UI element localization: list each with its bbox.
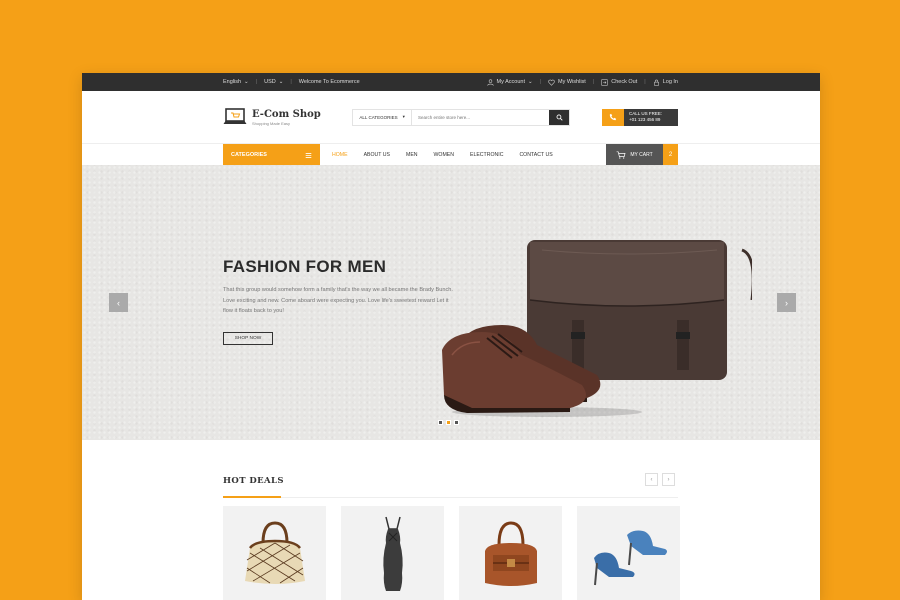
logo-name: E-Com Shop [252,108,321,120]
call-us-box: CALL US FREE: +01 123 456 89 [602,108,678,126]
nav-item-electronic[interactable]: ELECTRONIC [462,152,511,158]
divider: | [539,79,542,85]
cart-count-badge: 2 [663,144,678,166]
shoes-and-bag-image [442,240,752,417]
deals-nav: ‹ › [645,473,675,486]
call-number: +01 123 456 89 [629,117,661,122]
my-account-link[interactable]: My Account ⌄ [486,78,533,86]
chevron-right-icon: › [785,297,788,308]
product-list [223,506,680,600]
menu-icon [305,152,312,158]
dress-icon [382,516,403,591]
menu: HOME ABOUT US MEN WOMEN ELECTRONIC CONTA… [324,152,606,158]
search-button[interactable] [549,109,570,125]
shop-now-button[interactable]: SHOP NOW [223,332,273,345]
language-select[interactable]: English ⌄ [223,79,249,85]
slider-next-button[interactable]: › [777,293,796,312]
categories-label: CATEGORIES [231,152,267,158]
currency-label: USD [264,79,276,85]
nav-item-men[interactable]: MEN [398,152,426,158]
product-card[interactable] [341,506,444,600]
laptop-cart-icon [223,108,247,124]
leather-bag-icon [484,521,537,586]
welcome-text: Welcome To Ecommerce [298,79,360,85]
logo[interactable]: E-Com Shop Shopping Made Easy [223,107,321,127]
divider: | [290,79,292,85]
handbag-icon [244,521,305,584]
search-category-label: ALL CATEGORIES [359,114,398,120]
login-link[interactable]: Log In [653,79,678,86]
cart-button[interactable]: MY CART 2 [606,144,678,166]
nav-wrapper: CATEGORIES HOME ABOUT US MEN WOMEN ELECT… [82,143,820,166]
heels-icon [593,530,667,586]
browser-frame: English ⌄ | USD ⌄ | Welcome To Ecommerce… [82,73,820,600]
slider-dot-2[interactable] [446,420,451,425]
search-input[interactable] [411,109,550,125]
hot-deals-section: HOT DEALS ‹ › [82,440,820,600]
phone-icon [609,113,617,121]
deals-prev-button[interactable]: ‹ [645,473,658,486]
chevron-down-icon: ⌄ [244,79,249,85]
heart-icon [548,79,555,86]
login-label: Log In [662,79,678,85]
nav-item-women[interactable]: WOMEN [426,152,462,158]
my-account-label: My Account [496,79,525,85]
phone-icon-box [602,108,624,126]
cart-label: MY CART [630,152,653,158]
product-card[interactable] [577,506,680,600]
nav-item-contact-us[interactable]: CONTACT US [511,152,560,158]
product-card[interactable] [223,506,326,600]
caret-down-icon: ▾ [402,114,405,119]
user-icon [486,78,494,86]
wishlist-link[interactable]: My Wishlist [548,79,586,86]
logo-tagline: Shopping Made Easy [252,120,291,126]
chevron-down-icon: ⌄ [278,79,284,85]
search-category-select[interactable]: ALL CATEGORIES ▾ [353,109,412,125]
title-underline [223,496,281,498]
hot-deals-title: HOT DEALS [223,476,284,486]
checkout-link[interactable]: Check Out [601,78,638,86]
nav-item-home[interactable]: HOME [324,152,356,158]
main-nav: CATEGORIES HOME ABOUT US MEN WOMEN ELECT… [82,144,820,166]
search-icon [556,114,563,121]
chevron-left-icon: ‹ [117,297,120,308]
cart-icon [616,151,626,159]
lock-icon [653,79,659,86]
hero-slider: FASHION FOR MEN That this group would so… [82,165,820,440]
divider: | [255,79,258,85]
checkout-icon [601,78,608,86]
slider-dot-1[interactable] [438,420,443,425]
slider-dot-3[interactable] [454,420,459,425]
hero-title: FASHION FOR MEN [223,257,387,276]
deals-next-button[interactable]: › [662,473,675,486]
chevron-down-icon: ⌄ [527,79,533,85]
hero-text: That this group would somehow form a fam… [223,287,453,315]
wishlist-label: My Wishlist [558,79,586,85]
product-card[interactable] [459,506,562,600]
divider: | [644,79,646,85]
slider-prev-button[interactable]: ‹ [109,293,128,312]
currency-select[interactable]: USD ⌄ [264,79,283,85]
search-bar: ALL CATEGORIES ▾ [352,108,571,126]
nav-item-about-us[interactable]: ABOUT US [356,152,398,158]
divider: | [592,79,595,85]
categories-button[interactable]: CATEGORIES [223,144,320,166]
hot-deals-header: HOT DEALS ‹ › [223,473,678,498]
site-header: E-Com Shop Shopping Made Easy ALL CATEGO… [82,91,820,143]
slider-dots [438,420,459,425]
language-label: English [223,79,242,85]
top-bar: English ⌄ | USD ⌄ | Welcome To Ecommerce… [82,73,820,91]
checkout-label: Check Out [611,79,638,85]
